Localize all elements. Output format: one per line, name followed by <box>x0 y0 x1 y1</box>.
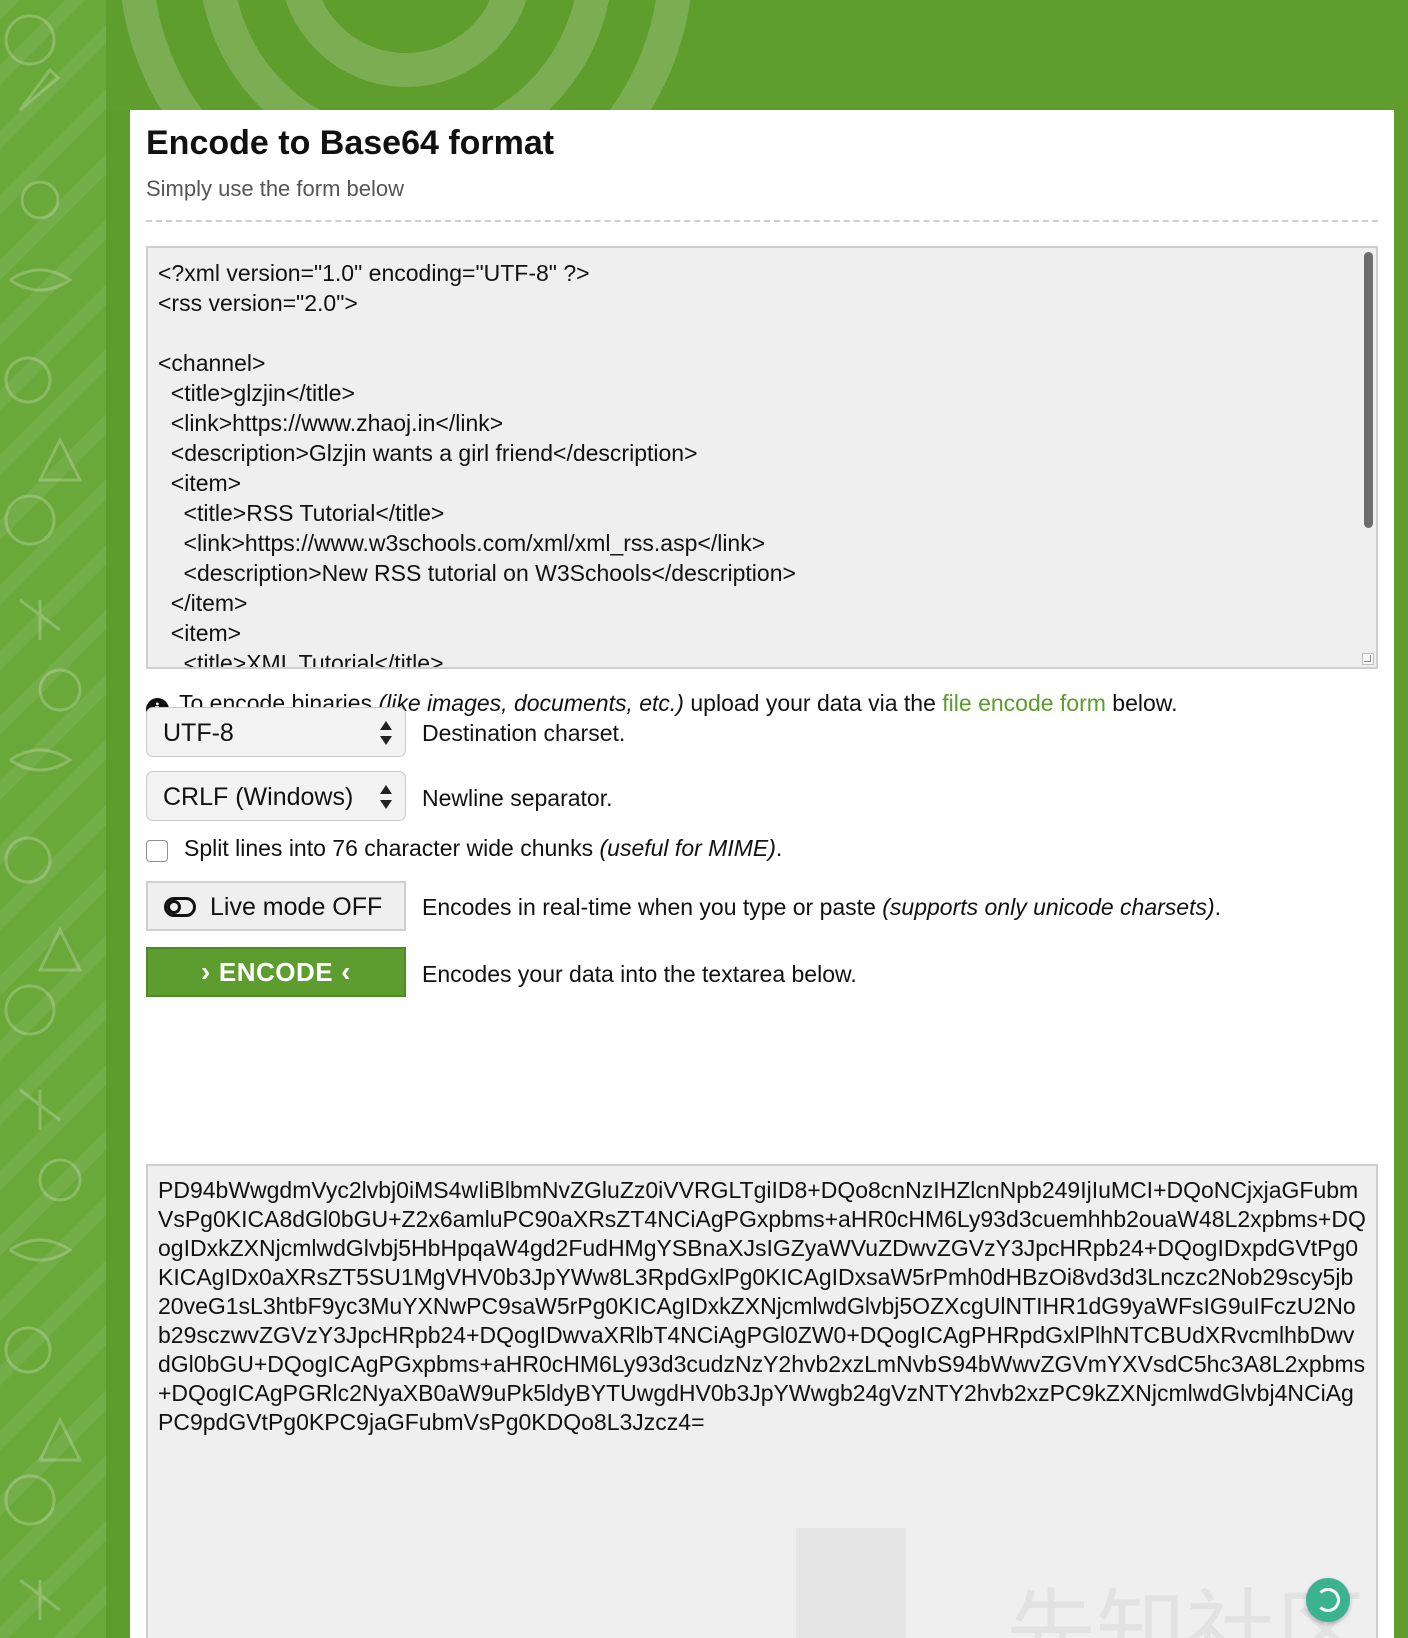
split-label-suffix: . <box>775 835 783 861</box>
encode-button[interactable]: › ENCODE ‹ <box>146 947 406 997</box>
output-textarea[interactable]: PD94bWwgdmVyc2lvbj0iMS4wIiBlbmNvZGluZz0i… <box>146 1164 1378 1638</box>
chevron-left-icon: ‹ <box>341 956 351 987</box>
chevron-right-icon: › <box>201 956 211 987</box>
split-label-text: Split lines into 76 character wide chunk… <box>184 835 600 861</box>
live-label-italic: (supports only unicode charsets) <box>882 894 1215 920</box>
live-mode-label: Encodes in real-time when you type or pa… <box>422 894 1221 921</box>
newline-label: Newline separator. <box>422 785 613 811</box>
main-card: Encode to Base64 format Simply use the f… <box>130 110 1394 1638</box>
newline-select[interactable]: CRLF (Windows) <box>146 771 406 821</box>
info-italic: (like images, documents, etc.) <box>378 690 684 716</box>
live-label-suffix: . <box>1214 894 1222 920</box>
select-arrows-icon <box>379 784 393 810</box>
split-label-italic: (useful for MIME) <box>599 835 776 861</box>
newline-value: CRLF (Windows) <box>163 783 354 811</box>
toggle-off-icon <box>164 897 196 917</box>
info-suffix: below. <box>1105 690 1178 716</box>
page-title: Encode to Base64 format <box>146 124 555 162</box>
live-label-text: Encodes in real-time when you type or pa… <box>422 894 883 920</box>
background-arcs <box>106 0 706 110</box>
watermark-logo <box>796 1528 906 1638</box>
divider <box>146 220 1378 222</box>
charset-select[interactable]: UTF-8 <box>146 707 406 757</box>
file-encode-form-link[interactable]: file encode form <box>942 690 1106 716</box>
input-text[interactable]: <?xml version="1.0" encoding="UTF-8" ?> … <box>148 248 1376 667</box>
refresh-badge-icon[interactable] <box>1306 1578 1350 1622</box>
charset-value: UTF-8 <box>163 719 234 747</box>
input-scrollbar[interactable] <box>1364 252 1373 528</box>
live-mode-text: Live mode OFF <box>210 893 383 921</box>
input-resize-handle[interactable] <box>1362 653 1374 665</box>
background-right <box>1394 110 1408 1638</box>
background-pattern <box>0 0 106 1638</box>
split-lines-checkbox[interactable] <box>146 840 168 862</box>
output-text[interactable]: PD94bWwgdmVyc2lvbj0iMS4wIiBlbmNvZGluZz0i… <box>148 1166 1376 1447</box>
watermark-text: 先知社区 <box>1006 1580 1366 1638</box>
info-middle: upload your data via the <box>683 690 943 716</box>
live-mode-button[interactable]: Live mode OFF <box>146 881 406 931</box>
background-top <box>700 0 1408 110</box>
encode-label: Encodes your data into the textarea belo… <box>422 961 857 987</box>
page-subtitle: Simply use the form below <box>146 176 404 201</box>
input-textarea[interactable]: <?xml version="1.0" encoding="UTF-8" ?> … <box>146 246 1378 669</box>
charset-label: Destination charset. <box>422 720 626 746</box>
encode-button-text: ENCODE <box>218 957 334 987</box>
split-lines-label[interactable]: Split lines into 76 character wide chunk… <box>184 835 782 862</box>
select-arrows-icon <box>379 720 393 746</box>
